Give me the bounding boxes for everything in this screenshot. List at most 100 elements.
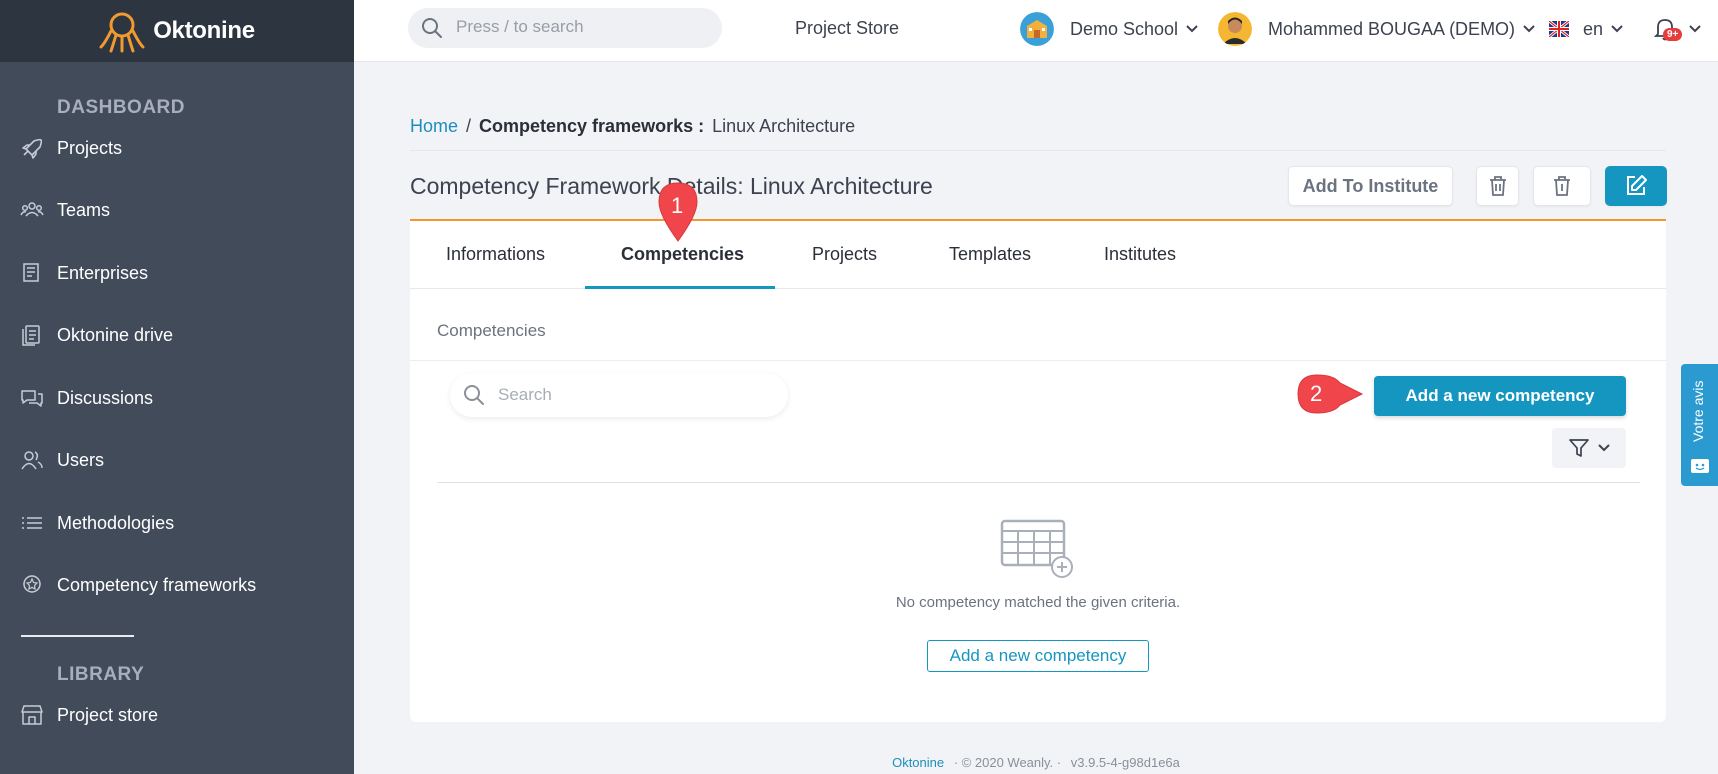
sidebar-item-teams[interactable]: Teams (0, 188, 354, 232)
add-competency-button[interactable]: Add a new competency (1374, 376, 1626, 416)
sidebar-item-label: Projects (57, 137, 123, 158)
breadcrumb-separator: / (466, 116, 472, 136)
feedback-label: Votre avis (1690, 380, 1706, 442)
user-avatar (1218, 12, 1252, 46)
sidebar-item-label: Competency frameworks (57, 574, 257, 595)
sidebar-item-label: Teams (57, 199, 111, 220)
footer: Oktonine · © 2020 Weanly. · v3.9.5-4-g98… (354, 755, 1718, 770)
list-icon (22, 517, 42, 529)
user-menu[interactable]: Mohammed BOUGAA (DEMO) (1218, 12, 1535, 46)
rocket-icon (22, 138, 43, 159)
sidebar-item-users[interactable]: Users (0, 438, 354, 482)
school-avatar (1020, 12, 1054, 46)
sidebar-divider (21, 635, 134, 637)
drive-icon (22, 325, 40, 346)
user-name: Mohammed BOUGAA (DEMO) (1268, 18, 1516, 39)
breadcrumb-section[interactable]: Competency frameworks : (479, 116, 704, 137)
sidebar-item-oktonine-drive[interactable]: Oktonine drive (0, 313, 354, 357)
sidebar-item-project-store[interactable]: Project store (0, 693, 354, 737)
smiley-chat-icon (1691, 459, 1709, 473)
tab-institutes[interactable]: Institutes (1104, 244, 1176, 265)
sidebar-item-discussions[interactable]: Discussions (0, 376, 354, 420)
empty-state-message: No competency matched the given criteria… (895, 594, 1181, 611)
notifications-button[interactable]: 9+ (1651, 12, 1701, 46)
chat-icon (21, 390, 43, 407)
empty-table-icon (1000, 519, 1073, 578)
school-name: Demo School (1070, 18, 1179, 39)
chevron-down-icon (1611, 25, 1623, 33)
sidebar-item-label: Users (57, 449, 105, 470)
store-icon (21, 705, 43, 725)
octopus-logo-icon (99, 12, 145, 53)
tab-competencies[interactable]: Competencies (621, 244, 744, 265)
section-library: LIBRARY (57, 664, 145, 685)
sidebar: Oktonine DASHBOARD Projects Teams Enterp… (0, 0, 354, 774)
footer-brand-link[interactable]: Oktonine (892, 755, 944, 770)
tab-projects[interactable]: Projects (812, 244, 877, 265)
topbar: Project Store Demo School Mohammed BOUGA… (354, 0, 1718, 62)
breadcrumb-home-link[interactable]: Home (410, 116, 458, 137)
language-code: en (1583, 18, 1604, 39)
sidebar-item-label: Methodologies (57, 512, 175, 533)
sidebar-item-competency-frameworks[interactable]: Competency frameworks (0, 563, 354, 607)
competency-framework-card: Informations Competencies Projects Templ… (410, 219, 1666, 722)
language-selector[interactable]: en (1549, 12, 1623, 46)
sidebar-item-methodologies[interactable]: Methodologies (0, 501, 354, 545)
empty-add-competency-button[interactable]: Add a new competency (927, 640, 1149, 672)
section-divider (410, 360, 1666, 361)
search-icon (464, 385, 484, 405)
breadcrumb-divider (410, 150, 1666, 151)
sidebar-item-enterprises[interactable]: Enterprises (0, 251, 354, 295)
users-icon (21, 451, 43, 470)
school-selector[interactable]: Demo School (1020, 12, 1198, 46)
sidebar-item-label: Enterprises (57, 262, 149, 283)
team-icon (20, 202, 44, 217)
sidebar-item-label: Oktonine drive (57, 324, 174, 345)
annotation-number: 1 (671, 193, 684, 218)
add-to-institute-button[interactable]: Add To Institute (1288, 166, 1453, 206)
list-divider (437, 482, 1640, 483)
badge-icon (23, 575, 41, 593)
section-dashboard: DASHBOARD (57, 97, 185, 118)
building-icon (23, 263, 39, 282)
filter-button[interactable] (1552, 428, 1626, 468)
annotation-number: 2 (1310, 381, 1323, 406)
tab-bar: Informations Competencies Projects Templ… (410, 221, 1666, 289)
arrow-pin-icon (1297, 374, 1364, 414)
footer-copyright: · © 2020 Weanly. · (953, 755, 1062, 770)
logo[interactable]: Oktonine (0, 0, 354, 62)
uk-flag-icon (1549, 21, 1569, 37)
logo-text: Oktonine (153, 17, 255, 44)
tab-informations[interactable]: Informations (446, 244, 545, 265)
competency-search-input[interactable] (498, 385, 768, 405)
chevron-down-icon (1598, 444, 1610, 452)
delete-button[interactable] (1476, 166, 1519, 206)
edit-button[interactable] (1605, 166, 1667, 206)
sidebar-item-projects[interactable]: Projects (0, 126, 354, 170)
breadcrumb: Home / Competency frameworks : Linux Arc… (410, 116, 855, 137)
active-tab-indicator (585, 286, 775, 289)
feedback-tab[interactable]: Votre avis (1681, 364, 1718, 486)
annotation-marker-1: 1 (657, 181, 699, 243)
breadcrumb-current: Linux Architecture (712, 116, 856, 136)
competency-search[interactable] (450, 373, 788, 417)
global-search[interactable] (408, 8, 722, 48)
chevron-down-icon (1186, 25, 1198, 33)
tab-templates[interactable]: Templates (949, 244, 1031, 265)
search-icon (422, 18, 442, 38)
sidebar-item-label: Discussions (57, 387, 154, 408)
footer-version: v3.9.5-4-g98d1e6a (1070, 755, 1180, 770)
trash-alt-icon (1554, 176, 1570, 196)
sidebar-item-label: Project store (57, 704, 159, 725)
edit-icon (1627, 175, 1647, 195)
global-search-input[interactable] (456, 17, 706, 37)
delete-all-button[interactable] (1533, 166, 1591, 206)
annotation-marker-2: 2 (1296, 373, 1364, 415)
notification-badge: 9+ (1663, 28, 1683, 41)
chevron-down-icon (1523, 25, 1535, 33)
competencies-section-label: Competencies (437, 321, 546, 340)
project-store-link[interactable]: Project Store (795, 18, 899, 39)
filter-icon (1569, 439, 1589, 457)
trash-icon (1489, 176, 1506, 196)
chevron-down-icon (1689, 25, 1701, 33)
